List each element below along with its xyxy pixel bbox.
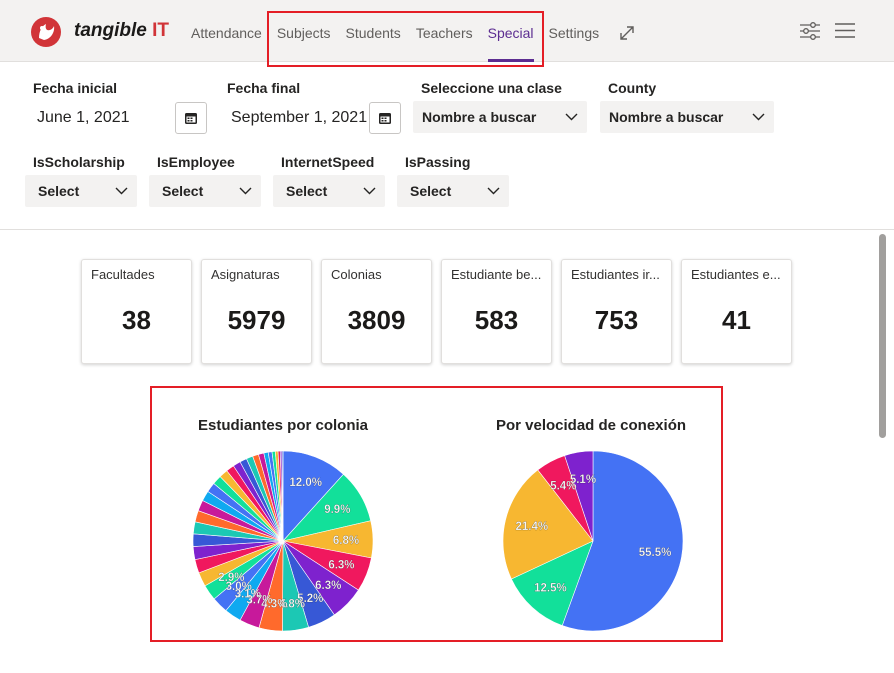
brand-text: tangible [74, 20, 147, 41]
chevron-down-icon [565, 113, 578, 121]
county-value: Nombre a buscar [609, 109, 724, 125]
vertical-scrollbar[interactable] [879, 234, 886, 438]
is-employee-label: IsEmployee [157, 154, 235, 170]
tab-students[interactable]: Students [346, 0, 401, 62]
is-scholarship-value: Select [38, 183, 80, 199]
kpi-card-value: 3809 [347, 305, 406, 335]
kpi-card-title: Facultades [91, 267, 155, 282]
pie-slice-label: 12.5% [534, 582, 567, 594]
is-scholarship-dropdown[interactable]: Select [25, 175, 137, 207]
is-passing-label: IsPassing [405, 154, 471, 170]
start-date-calendar-button[interactable] [175, 102, 207, 134]
brand-suffix: IT [152, 20, 170, 41]
kpi-card-colonias: Colonias 3809 [321, 259, 432, 364]
kpi-card-title: Estudiante be... [451, 267, 542, 282]
kpi-card-value: 5979 [227, 305, 286, 335]
end-date-calendar-button[interactable] [369, 102, 401, 134]
is-employee-value: Select [162, 183, 204, 199]
chevron-down-icon [239, 187, 252, 195]
tab-settings[interactable]: Settings [549, 0, 600, 62]
pie-slice-label: 6.3% [328, 560, 354, 572]
tab-attendance[interactable]: Attendance [191, 0, 262, 62]
pie-slice-label: 6.8% [333, 535, 359, 547]
end-date-input[interactable]: September 1, 2021 [231, 109, 367, 127]
kpi-card-title: Estudiantes e... [691, 267, 781, 282]
is-passing-dropdown[interactable]: Select [397, 175, 509, 207]
county-dropdown[interactable]: Nombre a buscar [600, 101, 774, 133]
tab-special[interactable]: Special [487, 0, 534, 62]
tab-subjects[interactable]: Subjects [277, 0, 331, 62]
pie-slice-label: 2.9% [218, 572, 244, 584]
kpi-card-estudiantes-empleados: Estudiantes e... 41 [681, 259, 792, 364]
class-select-dropdown[interactable]: Nombre a buscar [413, 101, 587, 133]
kpi-card-title: Colonias [331, 267, 382, 282]
is-employee-dropdown[interactable]: Select [149, 175, 261, 207]
kpi-card-value: 41 [722, 305, 751, 335]
pie-slice-label: 55.5% [639, 547, 672, 559]
kpi-card-value: 38 [122, 305, 151, 335]
pie-slice-label: 21.4% [515, 521, 548, 533]
internet-speed-dropdown[interactable]: Select [273, 175, 385, 207]
kpi-card-facultades: Facultades 38 [81, 259, 192, 364]
tab-teachers[interactable]: Teachers [416, 0, 473, 62]
kpi-card-title: Estudiantes ir... [571, 267, 660, 282]
kpi-card-estudiante-becados: Estudiante be... 583 [441, 259, 552, 364]
pie-slice-label: 9.9% [324, 504, 350, 516]
internet-speed-value: Select [286, 183, 328, 199]
class-select-label: Seleccione una clase [421, 80, 562, 96]
end-date-label: Fecha final [227, 80, 301, 96]
pie-chart-colonia[interactable]: 12.0%9.9%6.8%6.3%6.3%5.2%4.8%4.3%3.7%3.1… [190, 448, 376, 634]
calendar-icon [185, 113, 197, 124]
pie-slice-label: 12.0% [289, 477, 322, 489]
kpi-card-asignaturas: Asignaturas 5979 [201, 259, 312, 364]
main-tabs: Attendance Subjects Students Teachers Sp… [191, 0, 614, 62]
pie-chart-velocidad-title: Por velocidad de conexión [495, 417, 687, 434]
pie-chart-colonia-title: Estudiantes por colonia [197, 417, 369, 434]
start-date-input[interactable]: June 1, 2021 [37, 109, 130, 127]
chevron-down-icon [363, 187, 376, 195]
kpi-card-value: 583 [474, 305, 519, 335]
start-date-label: Fecha inicial [33, 80, 118, 96]
filters-divider [0, 229, 894, 230]
top-nav-bar: tangible IT Attendance Subjects Students… [0, 0, 894, 62]
expand-icon[interactable] [618, 24, 636, 42]
class-select-value: Nombre a buscar [422, 109, 537, 125]
brand-name: tangible IT [74, 20, 169, 42]
internet-speed-label: InternetSpeed [281, 154, 375, 170]
pie-chart-velocidad[interactable]: 55.5%12.5%21.4%5.4%5.1% [500, 448, 686, 634]
chevron-down-icon [487, 187, 500, 195]
county-label: County [608, 80, 657, 96]
kpi-card-value: 753 [594, 305, 639, 335]
hamburger-menu-icon[interactable] [835, 22, 855, 39]
filter-settings-icon[interactable] [799, 21, 821, 41]
kpi-card-title: Asignaturas [211, 267, 280, 282]
chevron-down-icon [115, 187, 128, 195]
is-passing-value: Select [410, 183, 452, 199]
kpi-card-estudiantes-irregulares: Estudiantes ir... 753 [561, 259, 672, 364]
calendar-icon [379, 113, 391, 124]
chevron-down-icon [752, 113, 765, 121]
pie-slice-label: 5.1% [570, 474, 596, 486]
tangible-logo-icon [31, 17, 61, 47]
pie-slice-label: 6.3% [315, 580, 341, 592]
is-scholarship-label: IsScholarship [33, 154, 125, 170]
